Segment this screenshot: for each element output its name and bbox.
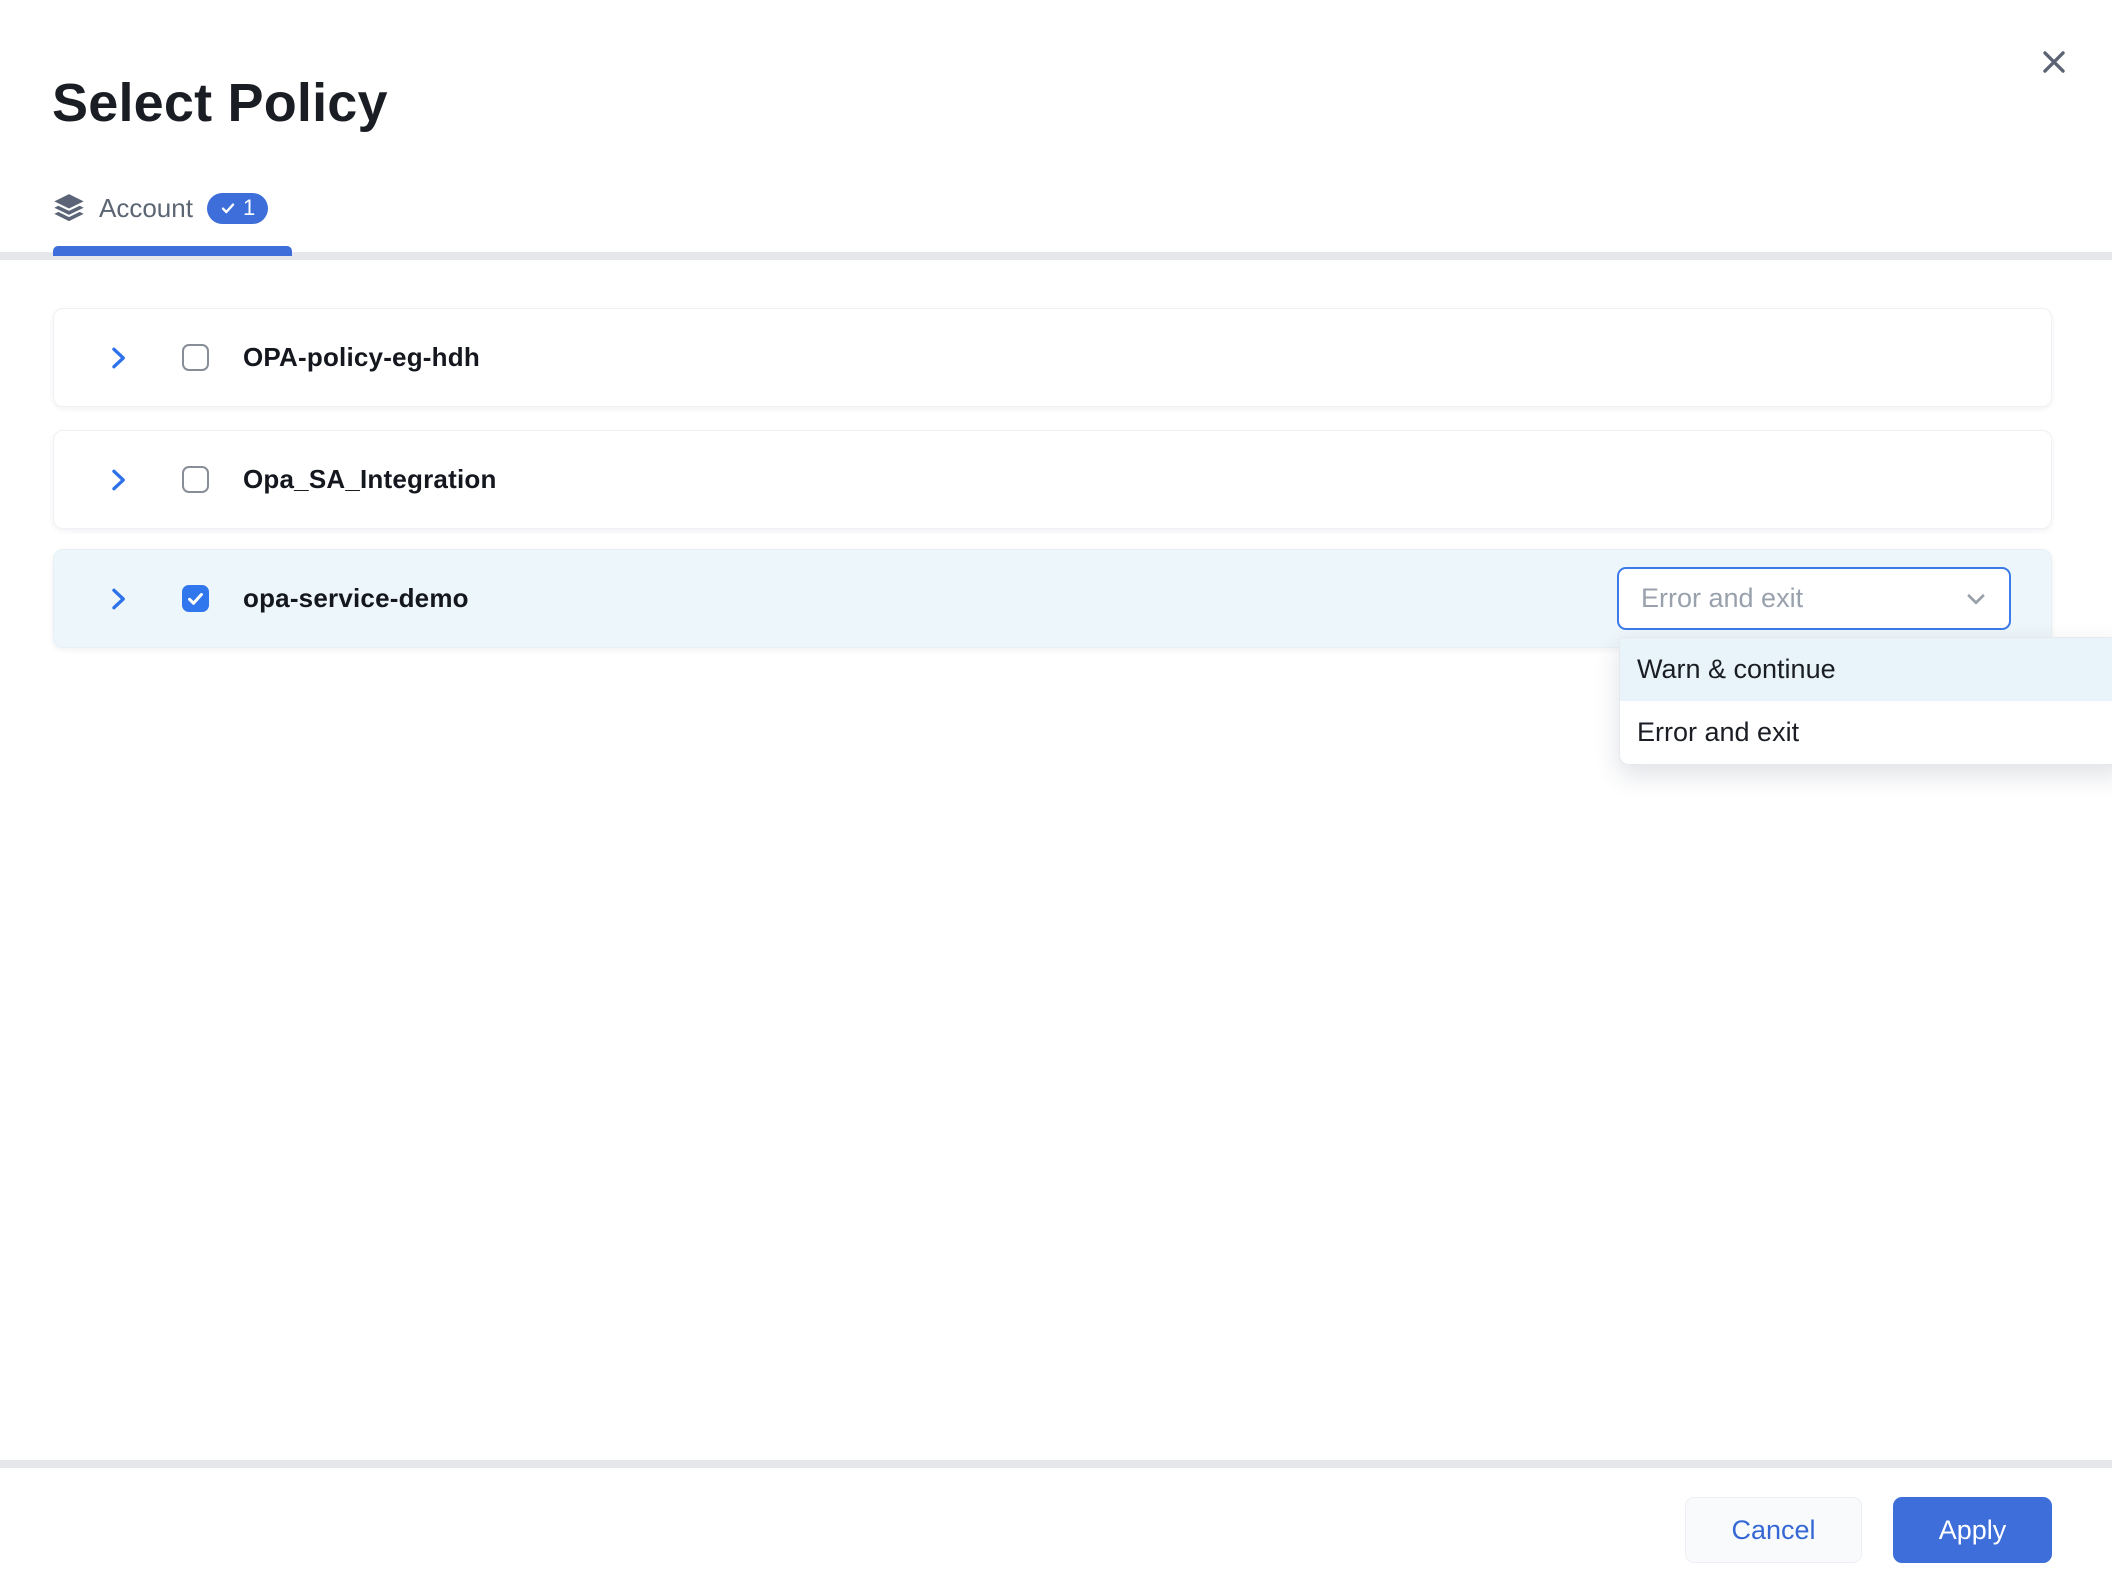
active-tab-underline: [53, 246, 292, 256]
close-icon: [2038, 46, 2070, 78]
check-icon: [186, 589, 205, 608]
check-icon: [220, 200, 236, 216]
policy-name-label: OPA-policy-eg-hdh: [243, 342, 480, 373]
policy-checkbox-unchecked[interactable]: [182, 344, 209, 371]
policy-checkbox-checked[interactable]: [182, 585, 209, 612]
chevron-right-icon: [104, 585, 132, 613]
chevron-right-icon: [104, 344, 132, 372]
selected-count-badge: 1: [207, 193, 268, 224]
chevron-down-icon: [1963, 586, 1989, 612]
page-title: Select Policy: [52, 72, 388, 134]
expand-row-button[interactable]: [98, 338, 138, 378]
footer-divider: [0, 1460, 2112, 1468]
policy-name-label: Opa_SA_Integration: [243, 464, 497, 495]
policy-row-opa-sa-integration[interactable]: Opa_SA_Integration: [53, 430, 2052, 529]
tab-bar-divider: [0, 252, 2112, 260]
cancel-button[interactable]: Cancel: [1685, 1497, 1862, 1563]
layers-icon: [53, 192, 85, 224]
expand-row-button[interactable]: [98, 460, 138, 500]
policy-name-label: opa-service-demo: [243, 583, 469, 614]
option-warn-and-continue[interactable]: Warn & continue: [1620, 638, 2112, 701]
on-failure-select[interactable]: Error and exit: [1617, 567, 2011, 630]
policy-checkbox-unchecked[interactable]: [182, 466, 209, 493]
selected-count-value: 1: [243, 195, 255, 221]
tab-account[interactable]: Account 1: [53, 192, 268, 224]
close-button[interactable]: [2028, 36, 2080, 88]
policy-row-opa-policy-eg-hdh[interactable]: OPA-policy-eg-hdh: [53, 308, 2052, 407]
on-failure-select-value: Error and exit: [1641, 583, 1963, 614]
apply-button[interactable]: Apply: [1893, 1497, 2052, 1563]
tab-account-label: Account: [99, 193, 193, 224]
on-failure-options-menu: Warn & continue Error and exit: [1619, 637, 2112, 765]
option-error-and-exit[interactable]: Error and exit: [1620, 701, 2112, 764]
chevron-right-icon: [104, 466, 132, 494]
select-policy-modal: Select Policy Account 1: [0, 0, 2112, 1580]
expand-row-button[interactable]: [98, 579, 138, 619]
